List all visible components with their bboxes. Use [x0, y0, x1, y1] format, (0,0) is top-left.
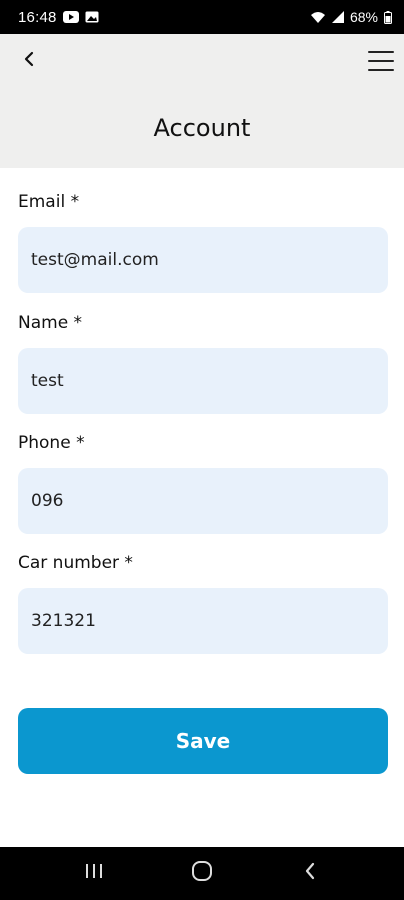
battery-text: 68%: [349, 9, 378, 25]
email-field[interactable]: [18, 227, 388, 293]
status-time: 16:48: [18, 8, 57, 26]
recent-apps-button[interactable]: [74, 854, 114, 894]
status-right: 68%: [310, 9, 392, 25]
gallery-icon: [85, 11, 99, 23]
page-title: Account: [153, 114, 251, 142]
status-left: 16:48: [18, 9, 99, 26]
status-bar: 16:48 68%: [0, 0, 404, 34]
save-button[interactable]: Save: [18, 708, 388, 774]
signal-icon: [331, 11, 344, 23]
app-header: Account: [0, 34, 404, 168]
phone-field[interactable]: [18, 468, 388, 534]
back-icon: [303, 861, 317, 886]
car-number-field[interactable]: [18, 588, 388, 654]
car-number-label: Car number *: [18, 553, 133, 573]
system-nav-bar: [0, 847, 404, 900]
youtube-icon: [62, 11, 79, 23]
home-icon: [191, 860, 213, 887]
name-field[interactable]: [18, 348, 388, 414]
menu-button[interactable]: [368, 48, 394, 74]
battery-icon: [384, 10, 392, 24]
recent-apps-icon: [84, 862, 104, 885]
home-button[interactable]: [182, 854, 222, 894]
system-back-button[interactable]: [290, 854, 330, 894]
wifi-icon: [310, 11, 326, 24]
name-label: Name *: [18, 313, 83, 333]
chevron-left-icon: [22, 50, 36, 73]
hamburger-menu-icon: [368, 51, 394, 53]
email-label: Email *: [18, 192, 80, 212]
back-button[interactable]: [14, 46, 44, 76]
phone-label: Phone *: [18, 433, 85, 453]
